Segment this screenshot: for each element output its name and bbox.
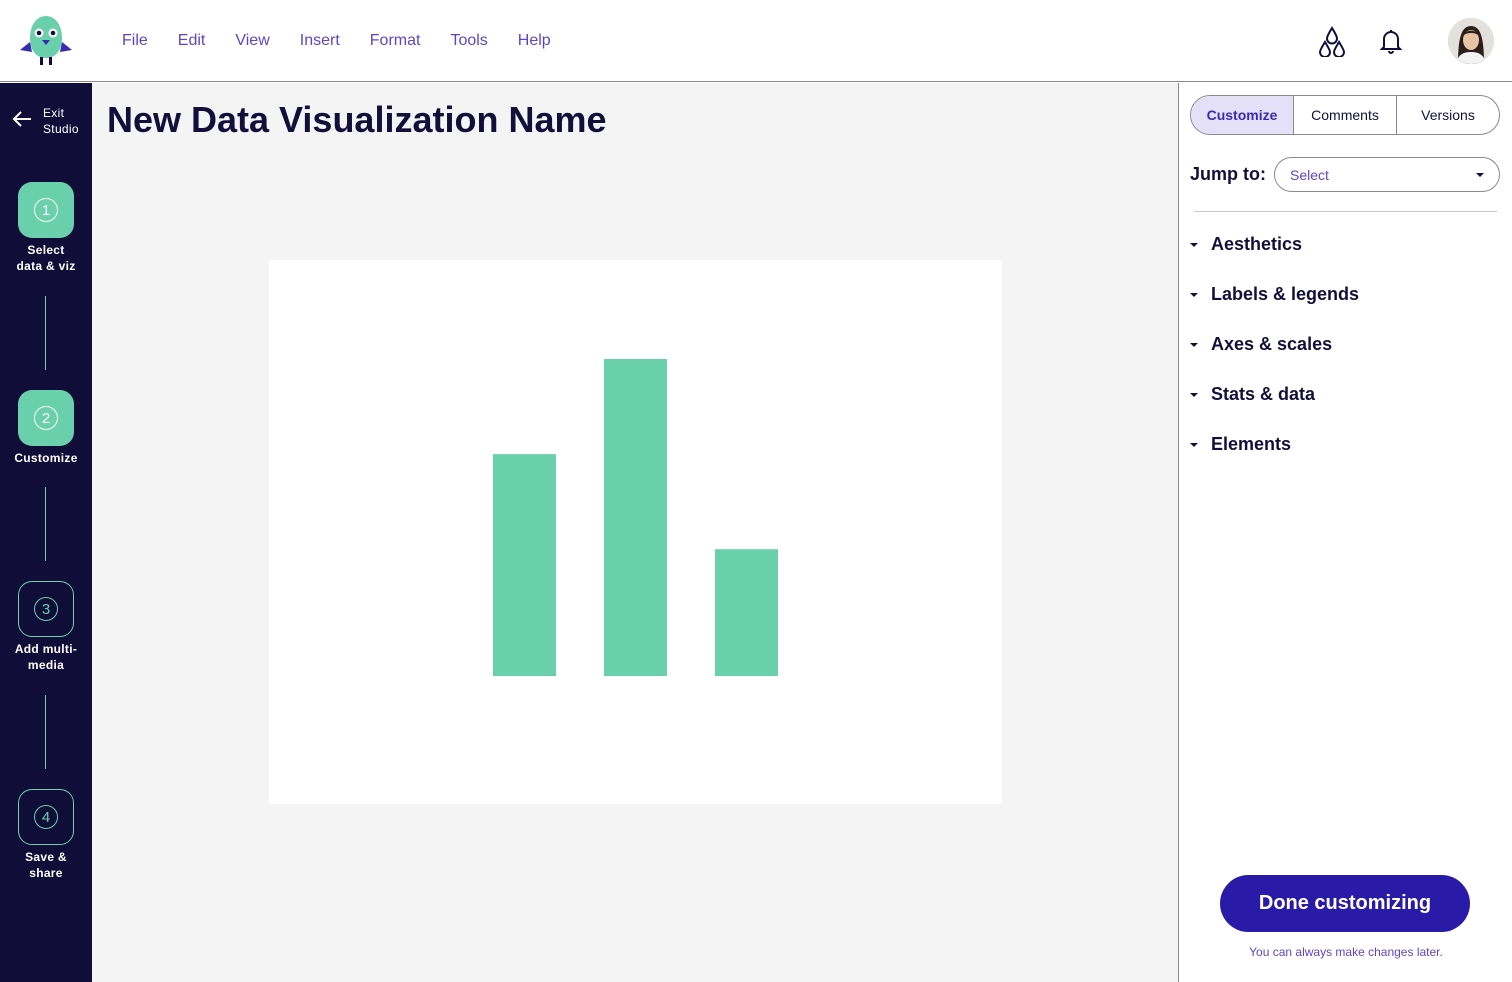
step-add-multimedia: 3 Add multi- media: [0, 581, 92, 673]
caret-down-icon: [1190, 242, 1198, 247]
step-4-button[interactable]: 4: [18, 789, 74, 845]
top-bar: File Edit View Insert Format Tools Help: [0, 0, 1512, 82]
tab-versions[interactable]: Versions: [1396, 96, 1499, 134]
step-select-data: 1 Select data & viz: [0, 182, 92, 274]
step-3-button[interactable]: 3: [18, 581, 74, 637]
section-label: Stats & data: [1211, 384, 1316, 404]
jump-to-value: Select: [1290, 166, 1329, 183]
step-1-number: 1: [34, 198, 58, 222]
avatar[interactable]: [1448, 18, 1494, 64]
chart-card[interactable]: [269, 260, 1002, 804]
top-actions: [1316, 0, 1494, 82]
caret-down-icon: [1190, 292, 1198, 297]
caret-down-icon: [1190, 442, 1198, 447]
bird-mascot-logo[interactable]: [18, 12, 74, 68]
menu-view[interactable]: View: [220, 32, 284, 50]
step-4-label: Save & share: [25, 850, 67, 880]
step-1-label: Select data & viz: [16, 243, 76, 273]
customize-panel: Customize Comments Versions Jump to: Sel…: [1178, 83, 1512, 982]
menu-bar: File Edit View Insert Format Tools Help: [107, 0, 566, 82]
section-label: Labels & legends: [1211, 284, 1360, 304]
section-axes-scales[interactable]: Axes & scales: [1190, 334, 1332, 355]
section-elements[interactable]: Elements: [1190, 434, 1291, 455]
caret-down-icon: [1190, 342, 1198, 347]
section-label: Axes & scales: [1211, 334, 1333, 354]
divider: [1194, 211, 1497, 212]
main-canvas: New Data Visualization Name: [92, 83, 1178, 982]
step-3-number: 3: [34, 597, 58, 621]
section-label: Aesthetics: [1211, 234, 1303, 254]
menu-format[interactable]: Format: [355, 32, 436, 50]
step-2-number: 2: [34, 406, 58, 430]
step-2-button[interactable]: 2: [18, 390, 74, 446]
step-1-button[interactable]: 1: [18, 182, 74, 238]
step-2-label: Customize: [14, 451, 78, 465]
jump-to-label: Jump to:: [1190, 164, 1266, 184]
arrow-left-icon: [10, 107, 34, 136]
caret-down-icon: [1190, 392, 1198, 397]
step-sidebar: Exit Studio 1 Select data & viz 2 Custom…: [0, 83, 92, 982]
helper-text: You can always make changes later.: [1249, 945, 1443, 959]
section-labels-legends[interactable]: Labels & legends: [1190, 284, 1359, 305]
step-save-share: 4 Save & share: [0, 789, 92, 881]
chart-bar-1[interactable]: [493, 454, 556, 676]
menu-edit[interactable]: Edit: [163, 32, 221, 50]
step-4-number: 4: [34, 805, 58, 829]
chart-bar-2[interactable]: [604, 359, 667, 676]
droplets-icon[interactable]: [1316, 25, 1348, 57]
menu-help[interactable]: Help: [503, 32, 566, 50]
exit-studio-label: Exit Studio: [43, 106, 79, 136]
chevron-down-icon: [1476, 173, 1484, 177]
menu-insert[interactable]: Insert: [285, 32, 355, 50]
jump-to-select[interactable]: Select: [1274, 157, 1500, 192]
panel-tabs: Customize Comments Versions: [1190, 95, 1500, 135]
tab-comments[interactable]: Comments: [1293, 96, 1396, 134]
section-stats-data[interactable]: Stats & data: [1190, 384, 1315, 405]
bar-chart: [493, 359, 778, 676]
section-label: Elements: [1211, 434, 1292, 454]
step-3-label: Add multi- media: [14, 642, 78, 672]
menu-file[interactable]: File: [107, 32, 163, 50]
chart-bar-3[interactable]: [715, 549, 778, 676]
done-customizing-button[interactable]: Done customizing: [1220, 875, 1470, 932]
exit-studio-button[interactable]: Exit Studio: [10, 105, 79, 137]
step-connector: [45, 695, 46, 769]
step-connector: [45, 487, 46, 561]
page-title[interactable]: New Data Visualization Name: [107, 99, 607, 141]
step-connector: [45, 296, 46, 370]
step-customize: 2 Customize: [0, 390, 92, 466]
bell-icon[interactable]: [1375, 25, 1407, 57]
tab-customize[interactable]: Customize: [1191, 96, 1293, 134]
menu-tools[interactable]: Tools: [435, 32, 502, 50]
section-aesthetics[interactable]: Aesthetics: [1190, 234, 1302, 255]
